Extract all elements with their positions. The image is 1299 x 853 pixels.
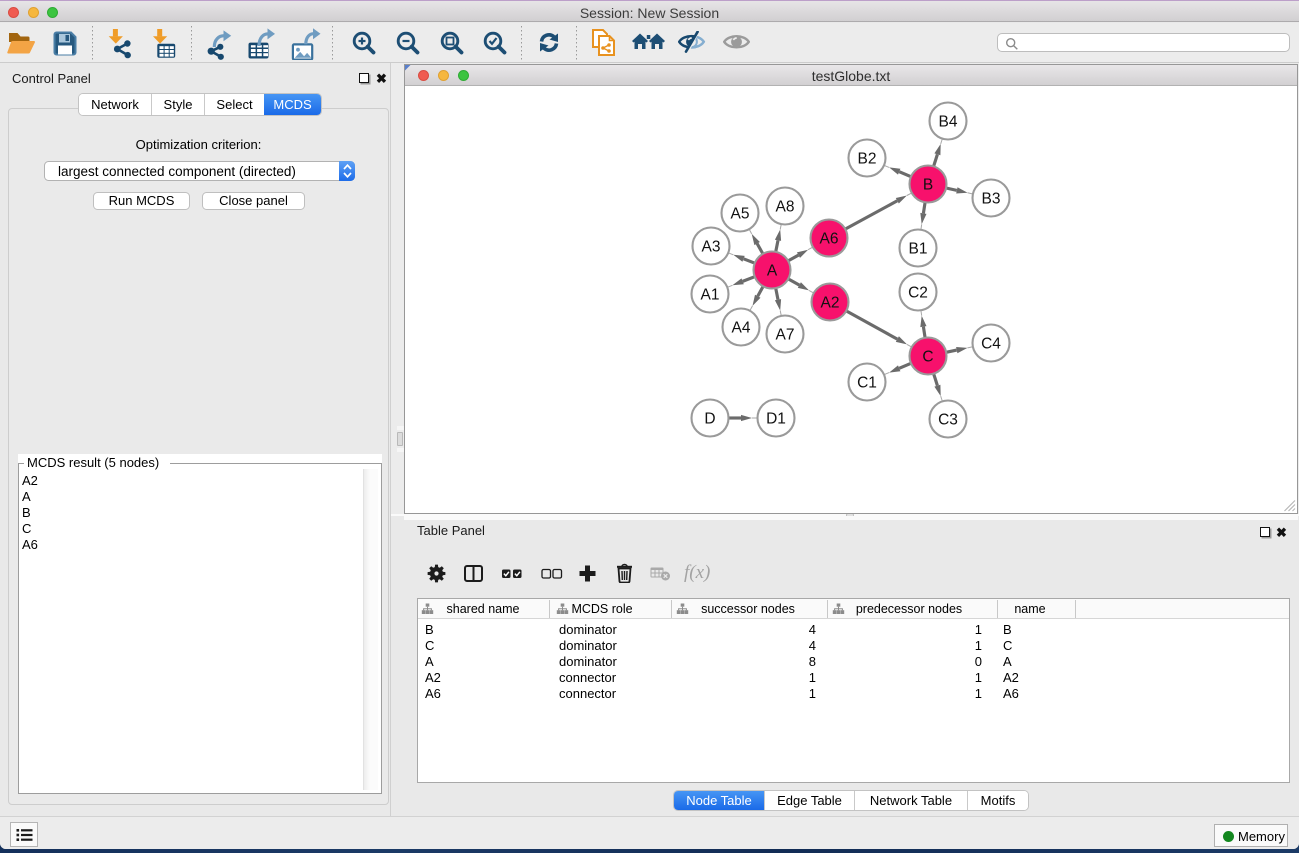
svg-text:B1: B1 [909, 240, 928, 257]
svg-text:B2: B2 [858, 150, 877, 167]
svg-text:C: C [922, 348, 933, 365]
svg-text:A7: A7 [776, 326, 795, 343]
svg-text:A5: A5 [731, 205, 750, 222]
svg-text:A2: A2 [821, 294, 840, 311]
svg-text:D: D [704, 410, 715, 427]
svg-text:A4: A4 [732, 319, 751, 336]
svg-text:A8: A8 [776, 198, 795, 215]
svg-text:C2: C2 [908, 284, 928, 301]
svg-text:A: A [767, 262, 778, 279]
svg-text:A6: A6 [820, 230, 839, 247]
svg-text:B3: B3 [982, 190, 1001, 207]
svg-text:C4: C4 [981, 335, 1001, 352]
svg-text:C1: C1 [857, 374, 877, 391]
svg-text:D1: D1 [766, 410, 786, 427]
svg-text:B: B [923, 176, 933, 193]
svg-text:B4: B4 [939, 113, 958, 130]
svg-text:A3: A3 [702, 238, 721, 255]
svg-text:C3: C3 [938, 411, 958, 428]
svg-text:A1: A1 [701, 286, 720, 303]
